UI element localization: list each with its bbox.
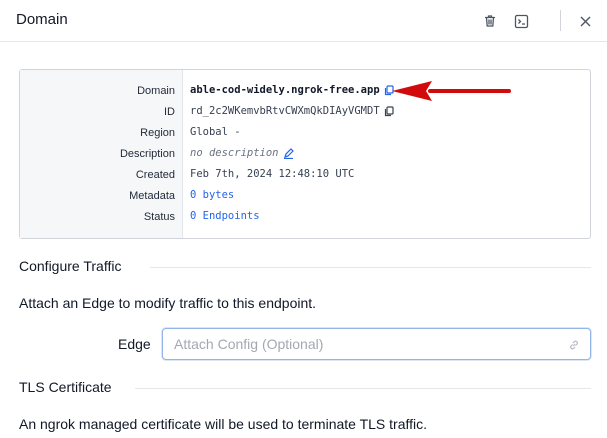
annotation-arrow — [392, 81, 511, 101]
section-divider — [150, 267, 591, 268]
configure-traffic-description: Attach an Edge to modify traffic to this… — [19, 295, 317, 311]
edge-config-placeholder: Attach Config (Optional) — [174, 336, 324, 352]
configure-traffic-heading: Configure Traffic — [19, 258, 122, 274]
id-value: rd_2c2WKemvbRtvCWXmQkDIAyVGMDT — [190, 105, 380, 117]
delete-button[interactable] — [480, 11, 500, 31]
description-value: no description — [190, 147, 279, 159]
tls-certificate-heading: TLS Certificate — [19, 379, 112, 395]
region-value: Global - — [190, 126, 241, 138]
status-link[interactable]: 0 Endpoints — [190, 210, 260, 222]
status-label: Status — [143, 211, 175, 223]
edge-config-input[interactable]: Attach Config (Optional) — [162, 328, 591, 360]
domain-value-row: able-cod-widely.ngrok-free.app — [190, 84, 394, 96]
region-label: Region — [140, 127, 175, 139]
terminal-button[interactable] — [511, 11, 531, 31]
id-value-row: rd_2c2WKemvbRtvCWXmQkDIAyVGMDT — [190, 105, 394, 117]
details-labels-column: Domain ID Region Description Created Met… — [20, 70, 183, 238]
edge-label: Edge — [118, 336, 151, 352]
section-divider — [135, 388, 591, 389]
drawer-header: Domain — [0, 0, 607, 42]
trash-icon — [485, 15, 495, 27]
id-label: ID — [164, 106, 175, 118]
metadata-link[interactable]: 0 bytes — [190, 189, 234, 201]
edit-description-button[interactable] — [283, 147, 294, 159]
copy-id-button[interactable] — [384, 105, 394, 117]
description-label: Description — [119, 148, 175, 160]
close-button[interactable] — [575, 11, 595, 31]
created-label: Created — [135, 169, 175, 181]
tls-certificate-description: An ngrok managed certificate will be use… — [19, 416, 428, 432]
copy-icon — [384, 105, 394, 116]
metadata-label: Metadata — [129, 190, 175, 202]
link-icon — [568, 338, 580, 354]
domain-value: able-cod-widely.ngrok-free.app — [190, 84, 380, 96]
terminal-icon — [514, 14, 528, 28]
description-value-row: no description — [190, 147, 294, 159]
edit-icon — [283, 147, 294, 159]
created-value: Feb 7th, 2024 12:48:10 UTC — [190, 168, 355, 180]
header-divider — [560, 10, 561, 31]
close-icon — [580, 16, 590, 26]
domain-label: Domain — [137, 85, 175, 97]
drawer-title: Domain — [16, 11, 68, 28]
